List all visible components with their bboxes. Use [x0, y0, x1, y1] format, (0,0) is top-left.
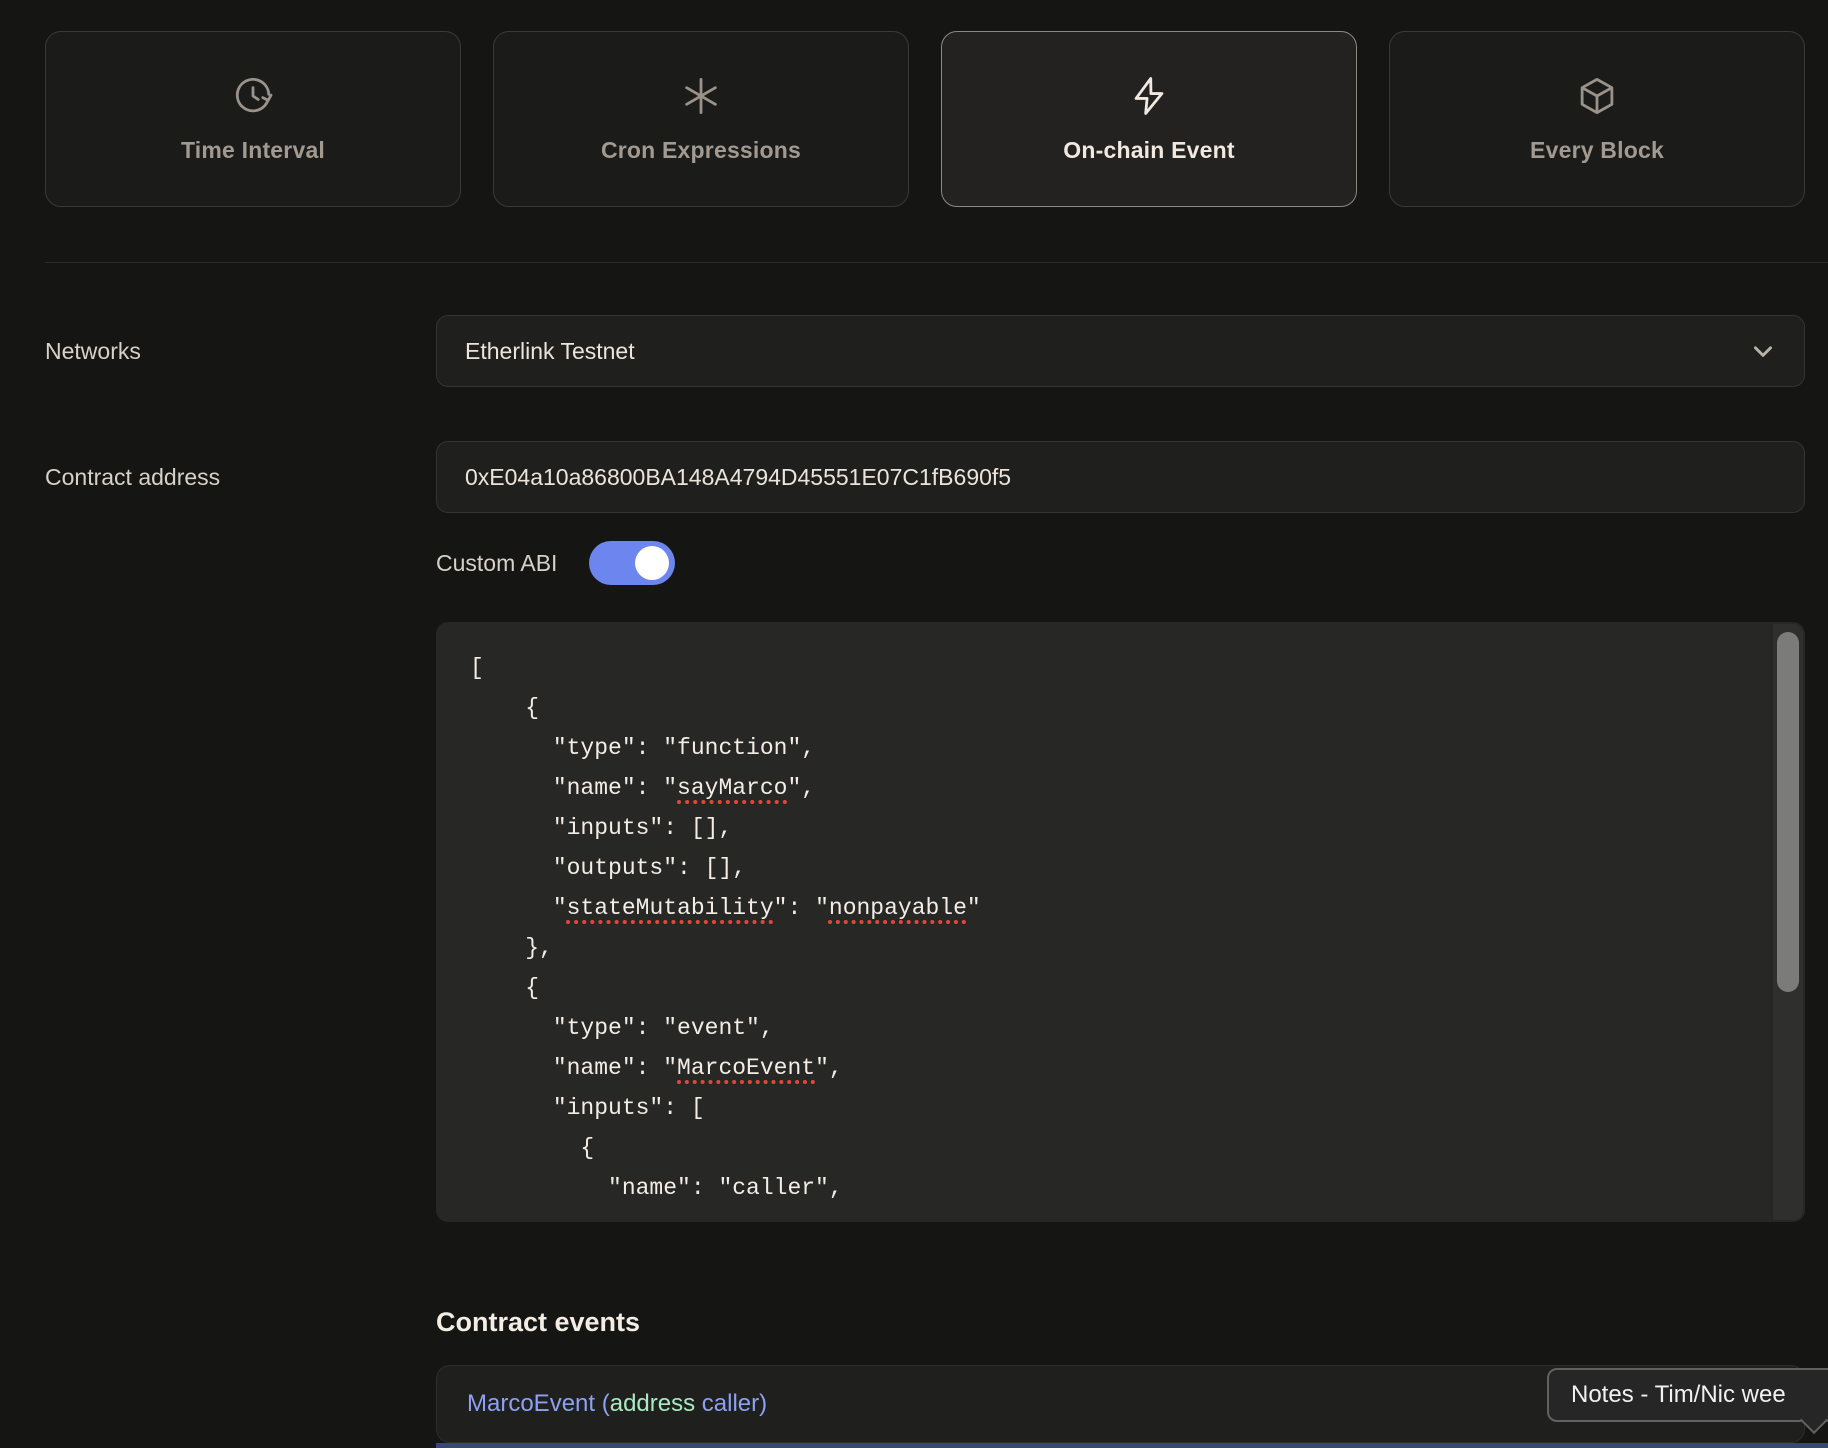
card-label: Every Block: [1530, 137, 1664, 164]
networks-row: Networks Etherlink Testnet: [45, 315, 1805, 387]
card-every-block[interactable]: Every Block: [1389, 31, 1805, 207]
card-label: Cron Expressions: [601, 137, 801, 164]
card-cron-expressions[interactable]: Cron Expressions: [493, 31, 909, 207]
contract-address-row: Contract address 0xE04a10a86800BA148A479…: [45, 441, 1805, 513]
contract-address-label: Contract address: [45, 464, 436, 491]
chevron-down-icon: [1748, 336, 1778, 366]
contract-address-value: 0xE04a10a86800BA148A4794D45551E07C1fB690…: [465, 464, 1011, 491]
notes-tooltip-text: Notes - Tim/Nic wee: [1571, 1381, 1786, 1409]
editor-scrollbar-track[interactable]: [1773, 624, 1803, 1220]
card-label: Time Interval: [181, 137, 325, 164]
event-param-type: address: [610, 1390, 695, 1418]
contract-events-heading: Contract events: [436, 1307, 640, 1338]
section-divider: [45, 262, 1828, 263]
clock-refresh-icon: [232, 75, 274, 117]
network-select[interactable]: Etherlink Testnet: [436, 315, 1805, 387]
custom-abi-label: Custom ABI: [436, 550, 557, 577]
card-onchain-event[interactable]: On-chain Event: [941, 31, 1357, 207]
card-label: On-chain Event: [1063, 137, 1235, 164]
networks-label: Networks: [45, 338, 436, 365]
bottom-accent-bar: [436, 1443, 1828, 1448]
event-name: MarcoEvent (: [467, 1390, 610, 1418]
asterisk-icon: [680, 75, 722, 117]
trigger-type-selector: Time Interval Cron Expressions On-chain …: [45, 31, 1805, 207]
event-param-name: caller): [695, 1390, 767, 1418]
custom-abi-toggle[interactable]: [589, 541, 675, 585]
lightning-icon: [1128, 75, 1170, 117]
network-select-value: Etherlink Testnet: [465, 338, 635, 365]
abi-code-editor[interactable]: [ { "type": "function", "name": "sayMarc…: [436, 622, 1805, 1222]
editor-scrollbar-thumb[interactable]: [1777, 632, 1799, 992]
custom-abi-row: Custom ABI: [436, 540, 675, 586]
contract-address-input[interactable]: 0xE04a10a86800BA148A4794D45551E07C1fB690…: [436, 441, 1805, 513]
card-time-interval[interactable]: Time Interval: [45, 31, 461, 207]
notes-tooltip: Notes - Tim/Nic wee: [1547, 1368, 1828, 1422]
cube-icon: [1576, 75, 1618, 117]
toggle-knob: [635, 546, 669, 580]
abi-code: [ { "type": "function", "name": "sayMarc…: [436, 622, 1805, 1208]
